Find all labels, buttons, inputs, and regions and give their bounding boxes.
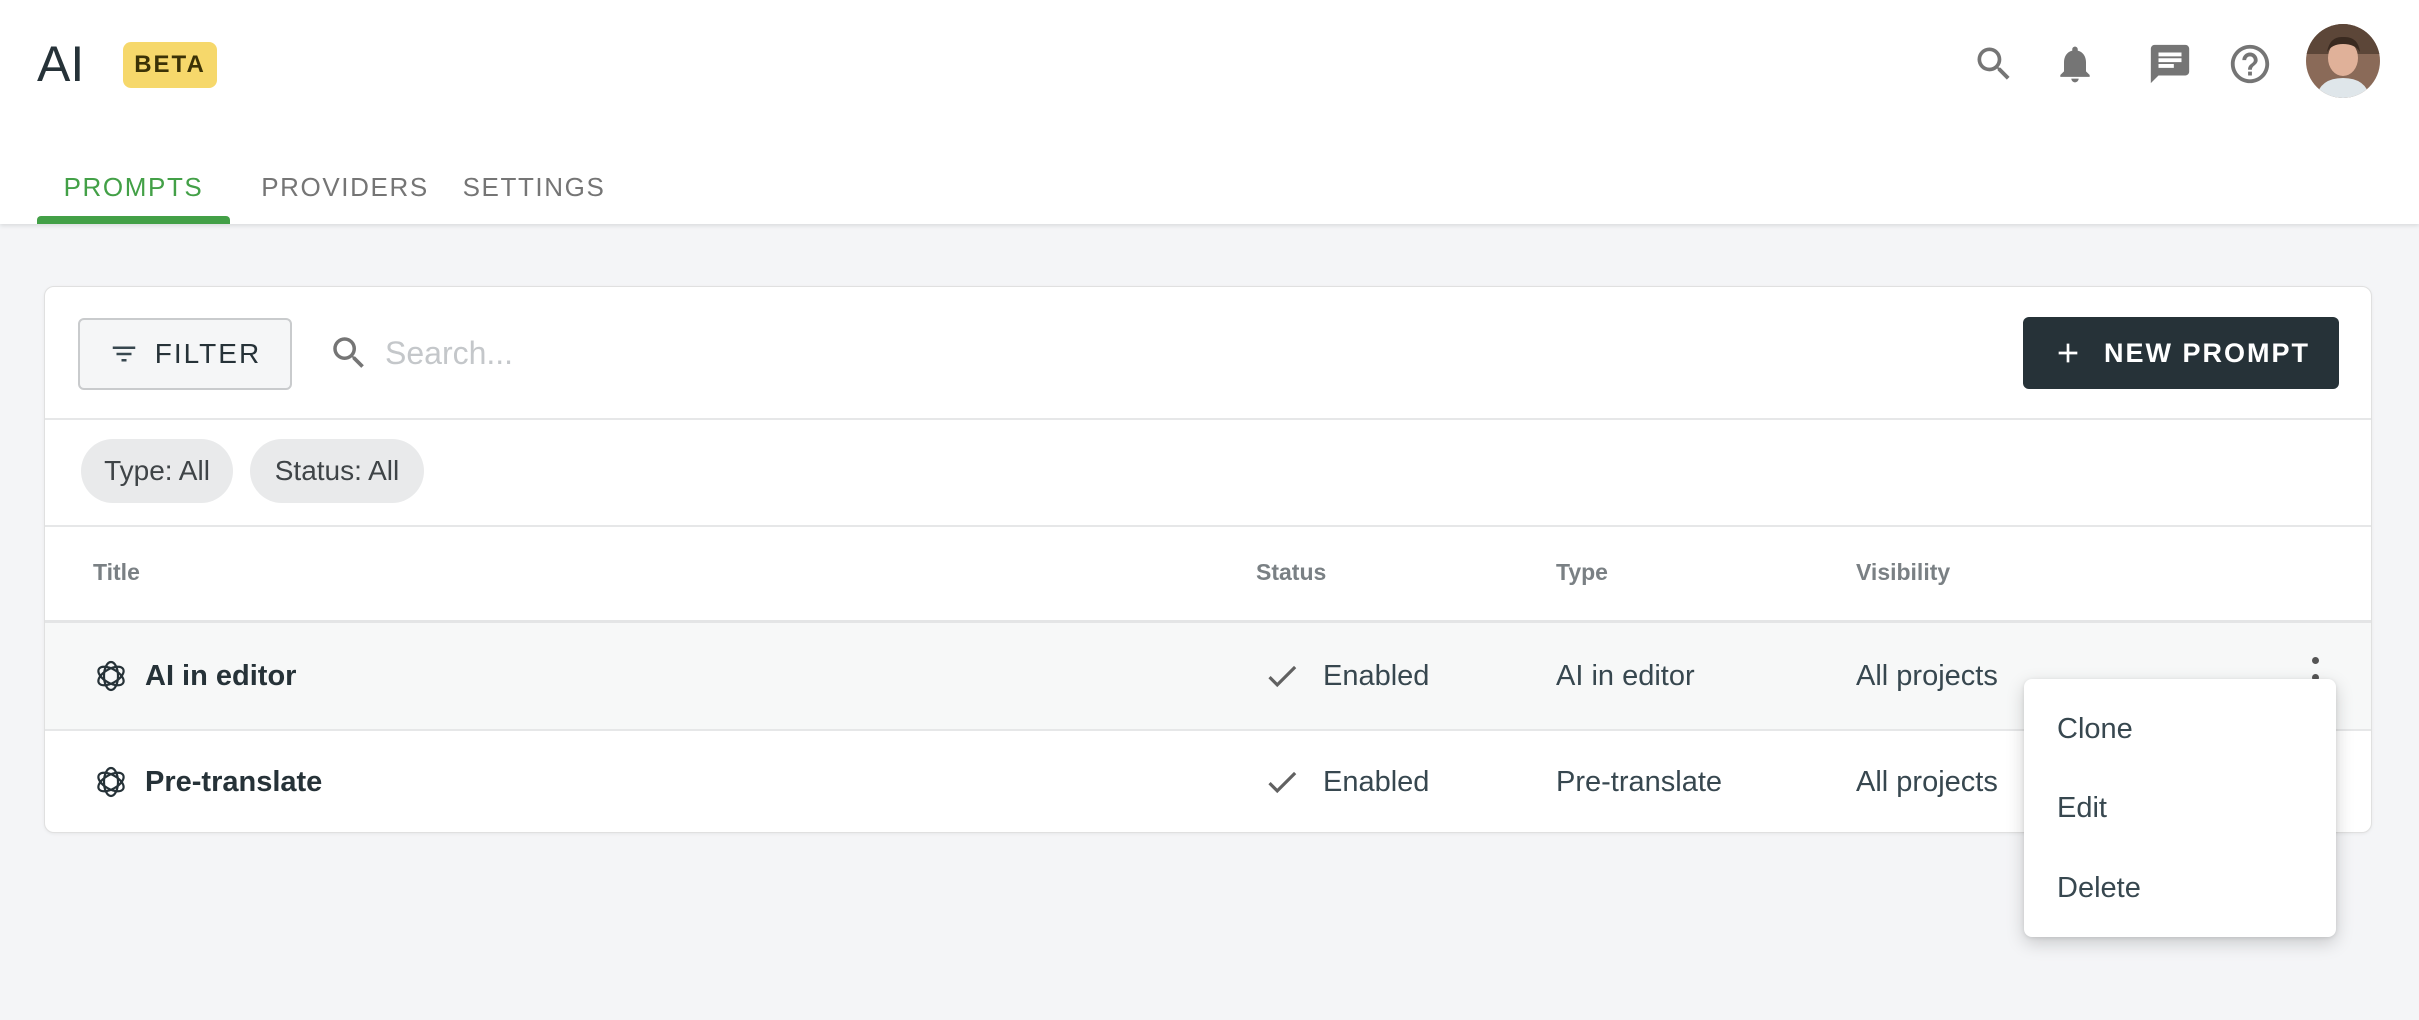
page-title: AI — [37, 36, 85, 92]
openai-icon — [97, 766, 125, 798]
status-text: Enabled — [1323, 659, 1430, 692]
plus-icon — [2058, 343, 2078, 363]
column-header-visibility[interactable]: Visibility — [1856, 559, 1950, 586]
prompts-card: FILTER NEW PROMPT Type: All Status: All … — [44, 286, 2372, 833]
search-icon[interactable] — [1966, 36, 2022, 92]
table-row[interactable]: AI in editor Enabled AI in editor All pr… — [45, 623, 2371, 729]
new-prompt-label: NEW PROMPT — [2104, 337, 2310, 368]
status-text: Enabled — [1323, 765, 1430, 798]
status-filter-chip[interactable]: Status: All — [250, 439, 424, 503]
check-icon — [1268, 665, 1297, 688]
menu-item-delete[interactable]: Delete — [2024, 848, 2336, 928]
filter-icon — [112, 346, 136, 362]
column-header-type[interactable]: Type — [1556, 559, 1608, 586]
beta-badge: BETA — [123, 42, 217, 88]
filter-button[interactable]: FILTER — [78, 318, 292, 390]
check-icon — [1268, 771, 1297, 794]
tab-settings[interactable]: SETTINGS — [459, 150, 609, 224]
active-tab-indicator — [37, 216, 230, 224]
search-input[interactable] — [385, 323, 1285, 383]
visibility-text: All projects — [1856, 765, 1998, 798]
row-actions-menu: Clone Edit Delete — [2024, 679, 2336, 937]
tab-prompts[interactable]: PROMPTS — [37, 150, 230, 224]
menu-item-edit[interactable]: Edit — [2024, 768, 2336, 848]
top-bar: AI BETA PROMPTS PROVIDERS SETTINGS — [0, 0, 2419, 224]
divider — [45, 418, 2371, 420]
tab-providers[interactable]: PROVIDERS — [251, 150, 439, 224]
column-header-status[interactable]: Status — [1256, 559, 1326, 586]
table-row[interactable]: Pre-translate Enabled Pre-translate All … — [45, 729, 2371, 832]
prompt-title: AI in editor — [145, 659, 297, 692]
bell-icon[interactable] — [2047, 36, 2103, 92]
chat-icon[interactable] — [2142, 36, 2198, 92]
divider — [45, 525, 2371, 527]
filter-label: FILTER — [154, 338, 262, 369]
menu-item-clone[interactable]: Clone — [2024, 689, 2336, 769]
new-prompt-button[interactable]: NEW PROMPT — [2023, 317, 2339, 389]
avatar[interactable] — [2306, 24, 2380, 98]
prompt-title: Pre-translate — [145, 765, 323, 798]
type-filter-chip[interactable]: Type: All — [81, 439, 233, 503]
type-text: AI in editor — [1556, 659, 1695, 692]
column-header-title[interactable]: Title — [93, 559, 140, 586]
openai-icon — [97, 660, 125, 692]
type-text: Pre-translate — [1556, 765, 1723, 798]
visibility-text: All projects — [1856, 659, 1998, 692]
help-icon[interactable] — [2222, 36, 2278, 92]
search-field-icon — [325, 329, 373, 377]
